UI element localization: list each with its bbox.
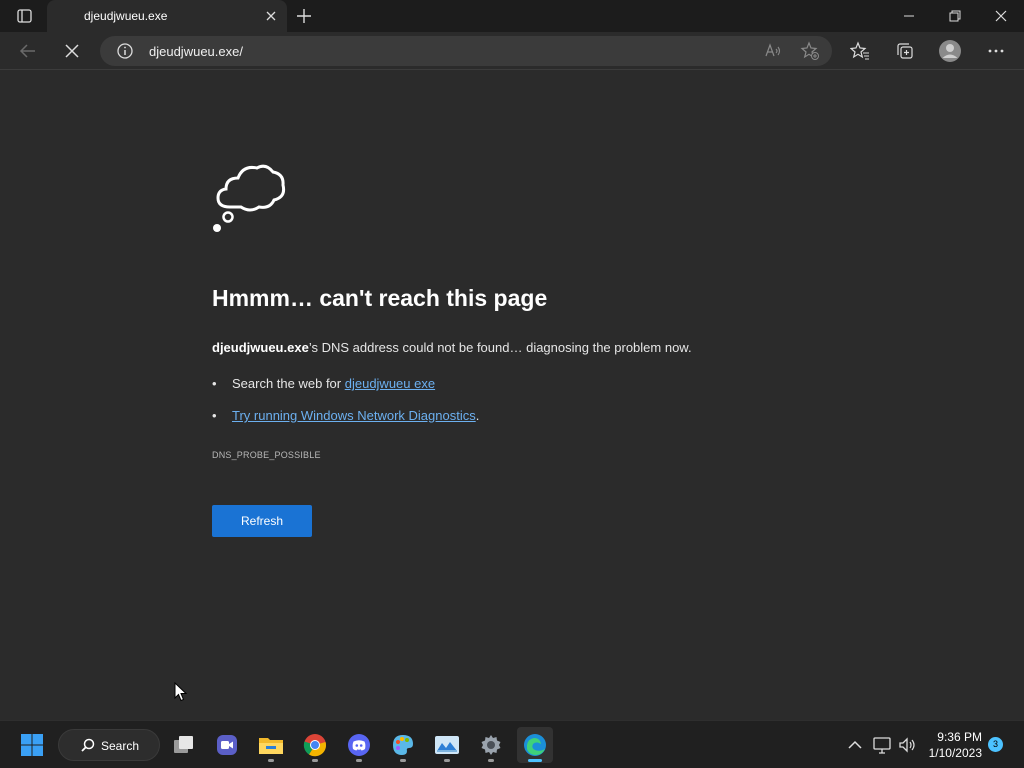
taskbar: Search 9:36 PM 1/10/2023 3: [0, 720, 1024, 768]
search-icon: [81, 738, 95, 752]
edge-icon: [524, 734, 546, 756]
paint-app[interactable]: [385, 727, 421, 763]
photos-icon: [435, 736, 459, 754]
read-aloud-icon[interactable]: [764, 42, 782, 60]
settings-icon: [481, 735, 501, 755]
error-host: djeudjwueu.exe: [212, 340, 309, 355]
refresh-button[interactable]: Refresh: [212, 505, 312, 537]
restore-button[interactable]: [932, 0, 978, 32]
photos-app[interactable]: [429, 727, 465, 763]
file-explorer-app[interactable]: [253, 727, 289, 763]
site-info-icon[interactable]: [116, 42, 134, 60]
active-tab[interactable]: djeudjwueu.exe: [47, 0, 287, 32]
task-view-button[interactable]: [165, 727, 201, 763]
browser-toolbar: djeudjwueu.exe/: [0, 32, 1024, 70]
paint-icon: [393, 735, 413, 755]
collections-icon[interactable]: [895, 41, 915, 61]
thought-cloud-icon: [210, 161, 288, 237]
mouse-cursor-icon: [174, 681, 188, 702]
search-web-link[interactable]: djeudjwueu exe: [345, 376, 435, 391]
error-title: Hmmm… can't reach this page: [212, 285, 548, 311]
start-button[interactable]: [14, 727, 50, 763]
network-diagnostics-link[interactable]: Try running Windows Network Diagnostics: [232, 408, 476, 423]
video-call-app[interactable]: [209, 727, 245, 763]
clock-time[interactable]: 9:36 PM: [928, 730, 982, 744]
address-bar[interactable]: djeudjwueu.exe/: [100, 36, 832, 66]
more-menu-icon[interactable]: [986, 41, 1006, 61]
tab-close-icon[interactable]: [263, 8, 279, 24]
suggestion-diagnostics-suffix: .: [475, 408, 480, 423]
taskbar-search[interactable]: Search: [58, 729, 160, 761]
url-text[interactable]: djeudjwueu.exe/: [149, 44, 243, 59]
chrome-icon: [303, 734, 327, 757]
close-icon: [995, 10, 1007, 22]
favorites-icon[interactable]: [850, 41, 870, 61]
error-page: Hmmm… can't reach this page djeudjwueu.e…: [0, 71, 1024, 720]
add-favorite-icon[interactable]: [800, 41, 820, 61]
minimize-icon: [904, 15, 914, 17]
back-arrow-icon[interactable]: [18, 41, 38, 61]
task-view-icon: [174, 736, 193, 753]
volume-icon[interactable]: [897, 735, 917, 755]
video-call-icon: [217, 735, 237, 755]
settings-app[interactable]: [473, 727, 509, 763]
search-label: Search: [101, 739, 140, 753]
notification-badge[interactable]: 3: [988, 737, 1003, 752]
network-icon[interactable]: [872, 735, 892, 755]
profile-avatar-icon[interactable]: [938, 39, 962, 63]
tab-actions-icon[interactable]: [10, 7, 38, 25]
suggestion-diagnostics: • Try running Windows Network Diagnostics…: [212, 408, 480, 423]
file-explorer-icon: [259, 738, 283, 754]
new-tab-icon[interactable]: [295, 7, 313, 25]
error-description-text: ’s DNS address could not be found… diagn…: [308, 340, 692, 355]
suggestion-search-prefix: Search the web for: [232, 376, 345, 391]
error-code: DNS_PROBE_POSSIBLE: [212, 450, 321, 460]
show-hidden-icons-icon[interactable]: [845, 735, 865, 755]
suggestion-search: • Search the web for djeudjwueu exe: [212, 376, 436, 391]
discord-icon: [348, 734, 370, 756]
restore-icon: [949, 10, 961, 22]
edge-app[interactable]: [517, 727, 553, 763]
error-description: djeudjwueu.exe’s DNS address could not b…: [212, 340, 692, 355]
chrome-app[interactable]: [297, 727, 333, 763]
minimize-button[interactable]: [886, 0, 932, 32]
stop-loading-icon[interactable]: [62, 41, 82, 61]
discord-app[interactable]: [341, 727, 377, 763]
tab-title: djeudjwueu.exe: [84, 9, 168, 23]
start-icon: [21, 734, 43, 756]
title-bar: djeudjwueu.exe: [0, 0, 1024, 32]
close-window-button[interactable]: [978, 0, 1024, 32]
clock-date[interactable]: 1/10/2023: [918, 746, 982, 760]
